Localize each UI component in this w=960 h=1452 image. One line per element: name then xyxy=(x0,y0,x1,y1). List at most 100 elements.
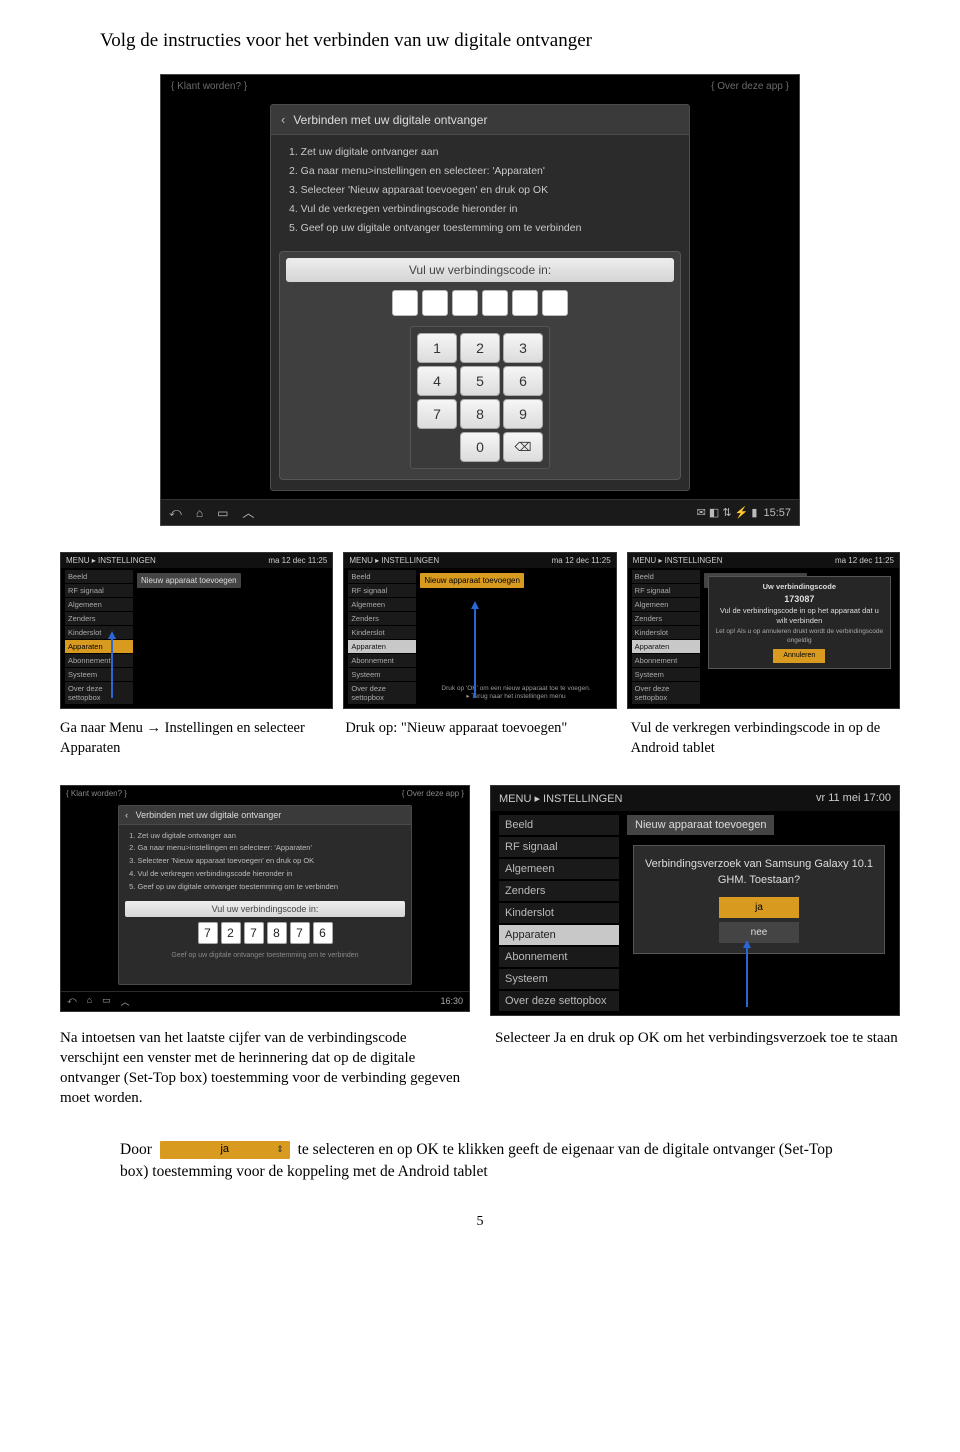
code-box[interactable] xyxy=(482,290,508,316)
clock: 16:30 xyxy=(440,996,463,1006)
key-5[interactable]: 5 xyxy=(460,366,500,396)
menu-abonnement[interactable]: Abonnement xyxy=(65,654,133,667)
key-7[interactable]: 7 xyxy=(417,399,457,429)
menu-algemeen[interactable]: Algemeen xyxy=(65,598,133,611)
menu-rf[interactable]: RF signaal xyxy=(348,584,416,597)
menu-systeem[interactable]: Systeem xyxy=(65,668,133,681)
popup-title: Uw verbindingscode xyxy=(714,582,885,593)
stb-topbar: MENU ▸ INSTELLINGEN vr 11 mei 17:00 xyxy=(491,786,899,811)
menu-over[interactable]: Over deze settopbox xyxy=(348,682,416,704)
key-2[interactable]: 2 xyxy=(460,333,500,363)
menu-apparaten[interactable]: Apparaten xyxy=(65,640,133,653)
code-popup: Uw verbindingscode 173087 Vul de verbind… xyxy=(708,576,891,668)
menu-over[interactable]: Over deze settopbox xyxy=(632,682,700,704)
menu-apparaten[interactable]: Apparaten xyxy=(499,925,619,945)
topbar-left-link[interactable]: { Klant worden? } xyxy=(66,789,127,798)
menu-algemeen[interactable]: Algemeen xyxy=(499,859,619,879)
menu-zenders[interactable]: Zenders xyxy=(65,612,133,625)
key-4[interactable]: 4 xyxy=(417,366,457,396)
topbar-right-link[interactable]: { Over deze app } xyxy=(402,789,464,798)
menu-kinderslot[interactable]: Kinderslot xyxy=(499,903,619,923)
navbar-left: ⤺ ⌂ ▭ ︿ xyxy=(169,504,254,521)
menu-systeem[interactable]: Systeem xyxy=(499,969,619,989)
key-1[interactable]: 1 xyxy=(417,333,457,363)
topbar-left-link[interactable]: { Klant worden? } xyxy=(171,81,247,92)
arrow-annotation xyxy=(474,608,476,698)
menu-rf[interactable]: RF signaal xyxy=(632,584,700,597)
stb-footer-hint: Druk op 'OK' om een nieuw apparaat toe t… xyxy=(420,685,611,702)
nav-back-icon[interactable]: ⤺ xyxy=(67,995,77,1008)
menu-algemeen[interactable]: Algemeen xyxy=(632,598,700,611)
menu-systeem[interactable]: Systeem xyxy=(632,668,700,681)
key-9[interactable]: 9 xyxy=(503,399,543,429)
menu-abonnement[interactable]: Abonnement xyxy=(348,654,416,667)
code-box[interactable] xyxy=(422,290,448,316)
menu-apparaten[interactable]: Apparaten xyxy=(632,640,700,653)
nav-home-icon[interactable]: ⌂ xyxy=(87,995,92,1008)
dialog-title: Verbinden met uw digitale ontvanger xyxy=(293,113,487,127)
back-icon[interactable]: ‹ xyxy=(281,112,285,127)
step-5: 5. Geef op uw digitale ontvanger toestem… xyxy=(289,219,675,238)
menu-apparaten[interactable]: Apparaten xyxy=(348,640,416,653)
menu-zenders[interactable]: Zenders xyxy=(632,612,700,625)
android-navbar: ⤺ ⌂ ▭ ︿ 16:30 xyxy=(61,991,469,1011)
key-8[interactable]: 8 xyxy=(460,399,500,429)
final-prefix: Door xyxy=(120,1141,152,1158)
menu-systeem[interactable]: Systeem xyxy=(348,668,416,681)
menu-zenders[interactable]: Zenders xyxy=(348,612,416,625)
cancel-button[interactable]: Annuleren xyxy=(773,649,825,663)
ja-button-inline[interactable]: ja xyxy=(160,1141,290,1159)
menu-beeld[interactable]: Beeld xyxy=(65,570,133,583)
key-6[interactable]: 6 xyxy=(503,366,543,396)
menu-beeld[interactable]: Beeld xyxy=(632,570,700,583)
menu-rf[interactable]: RF signaal xyxy=(65,584,133,597)
menu-over[interactable]: Over deze settopbox xyxy=(499,991,619,1011)
nav-up-icon[interactable]: ︿ xyxy=(121,995,130,1008)
stb-topbar: MENU ▸ INSTELLINGEN ma 12 dec 11:25 xyxy=(344,553,615,568)
code-box[interactable] xyxy=(512,290,538,316)
nav-back-icon[interactable]: ⤺ xyxy=(169,505,182,520)
stb-menu: Beeld RF signaal Algemeen Zenders Kinder… xyxy=(348,570,416,704)
menu-kinderslot[interactable]: Kinderslot xyxy=(632,626,700,639)
menu-rf[interactable]: RF signaal xyxy=(499,837,619,857)
key-backspace[interactable]: ⌫ xyxy=(503,432,543,462)
menu-abonnement[interactable]: Abonnement xyxy=(632,654,700,667)
menu-beeld[interactable]: Beeld xyxy=(499,815,619,835)
step-4: 4. Vul de verkregen verbindingscode hier… xyxy=(129,868,401,881)
new-device-button[interactable]: Nieuw apparaat toevoegen xyxy=(627,815,774,835)
code-box[interactable] xyxy=(542,290,568,316)
code-input-boxes[interactable] xyxy=(286,290,674,316)
step-2: 2. Ga naar menu>instellingen en selectee… xyxy=(129,842,401,855)
menu-zenders[interactable]: Zenders xyxy=(499,881,619,901)
back-icon[interactable]: ‹ xyxy=(125,810,128,820)
new-device-button[interactable]: Nieuw apparaat toevoegen xyxy=(137,573,241,588)
no-button[interactable]: nee xyxy=(719,922,799,943)
code-box[interactable] xyxy=(452,290,478,316)
nav-home-icon[interactable]: ⌂ xyxy=(196,506,203,520)
tablet-screenshot: { Klant worden? } { Over deze app } ‹ Ve… xyxy=(160,74,800,526)
topbar-right-link[interactable]: { Over deze app } xyxy=(711,81,789,92)
connect-dialog: ‹ Verbinden met uw digitale ontvanger 1.… xyxy=(270,104,690,491)
menu-algemeen[interactable]: Algemeen xyxy=(348,598,416,611)
new-device-button[interactable]: Nieuw apparaat toevoegen xyxy=(420,573,524,588)
key-0[interactable]: 0 xyxy=(460,432,500,462)
nav-recent-icon[interactable]: ▭ xyxy=(102,995,111,1008)
menu-abonnement[interactable]: Abonnement xyxy=(499,947,619,967)
stb-breadcrumb: MENU ▸ INSTELLINGEN xyxy=(499,792,623,805)
tablet-body: ‹ Verbinden met uw digitale ontvanger 1.… xyxy=(161,98,799,499)
navbar-right: ✉ ◧ ⇅ ⚡ ▮ 15:57 xyxy=(697,506,791,519)
nav-up-icon[interactable]: ︿ xyxy=(242,504,254,521)
menu-kinderslot[interactable]: Kinderslot xyxy=(65,626,133,639)
stb-breadcrumb: MENU ▸ INSTELLINGEN xyxy=(66,556,156,565)
stb-screenshot-3: MENU ▸ INSTELLINGEN ma 12 dec 11:25 Beel… xyxy=(627,552,900,709)
code-box[interactable] xyxy=(392,290,418,316)
code-label: Vul uw verbindingscode in: xyxy=(125,901,405,917)
arrow-annotation xyxy=(746,947,748,1007)
key-3[interactable]: 3 xyxy=(503,333,543,363)
menu-beeld[interactable]: Beeld xyxy=(348,570,416,583)
nav-recent-icon[interactable]: ▭ xyxy=(217,506,228,520)
yes-button[interactable]: ja xyxy=(719,897,799,918)
menu-over[interactable]: Over deze settopbox xyxy=(65,682,133,704)
dialog-header: ‹ Verbinden met uw digitale ontvanger xyxy=(271,105,689,135)
menu-kinderslot[interactable]: Kinderslot xyxy=(348,626,416,639)
